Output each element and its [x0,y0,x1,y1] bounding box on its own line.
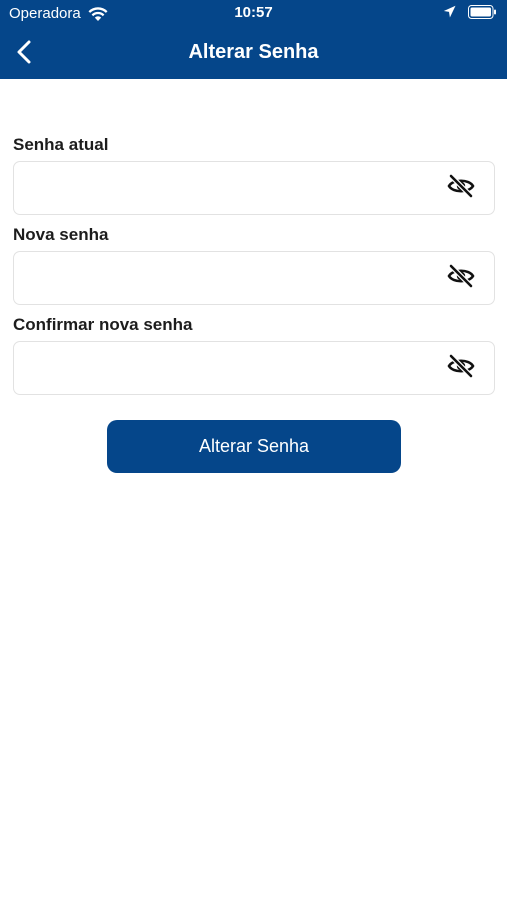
confirm-password-label: Confirmar nova senha [13,315,193,334]
page-title: Alterar Senha [188,41,319,63]
new-password-input[interactable] [26,252,436,304]
status-indicators [443,5,497,24]
new-password-visibility-toggle[interactable] [446,263,476,293]
status-bar: Operadora 10:57 [0,0,507,28]
current-password-label: Senha atual [13,135,109,154]
current-password-visibility-toggle[interactable] [446,173,476,203]
top-bar: Operadora 10:57 Alterar Senha [0,0,507,79]
location-arrow-icon [443,5,456,24]
current-password-input[interactable] [26,162,436,214]
change-password-form: Senha atual Nova senha Confirmar nova se… [13,133,495,403]
confirm-password-input[interactable] [26,342,436,394]
confirm-password-visibility-toggle[interactable] [446,353,476,383]
change-password-screen: Operadora 10:57 Alterar Senha Senha atua… [0,0,507,900]
battery-icon [468,5,497,24]
eye-off-icon [447,353,475,383]
new-password-field [13,251,495,305]
current-password-field [13,161,495,215]
change-password-button[interactable]: Alterar Senha [107,420,401,473]
status-time: 10:57 [234,4,273,21]
eye-off-icon [447,263,475,293]
eye-off-icon [447,173,475,203]
navigation-bar: Alterar Senha [0,28,507,79]
new-password-label: Nova senha [13,225,109,244]
confirm-password-field [13,341,495,395]
